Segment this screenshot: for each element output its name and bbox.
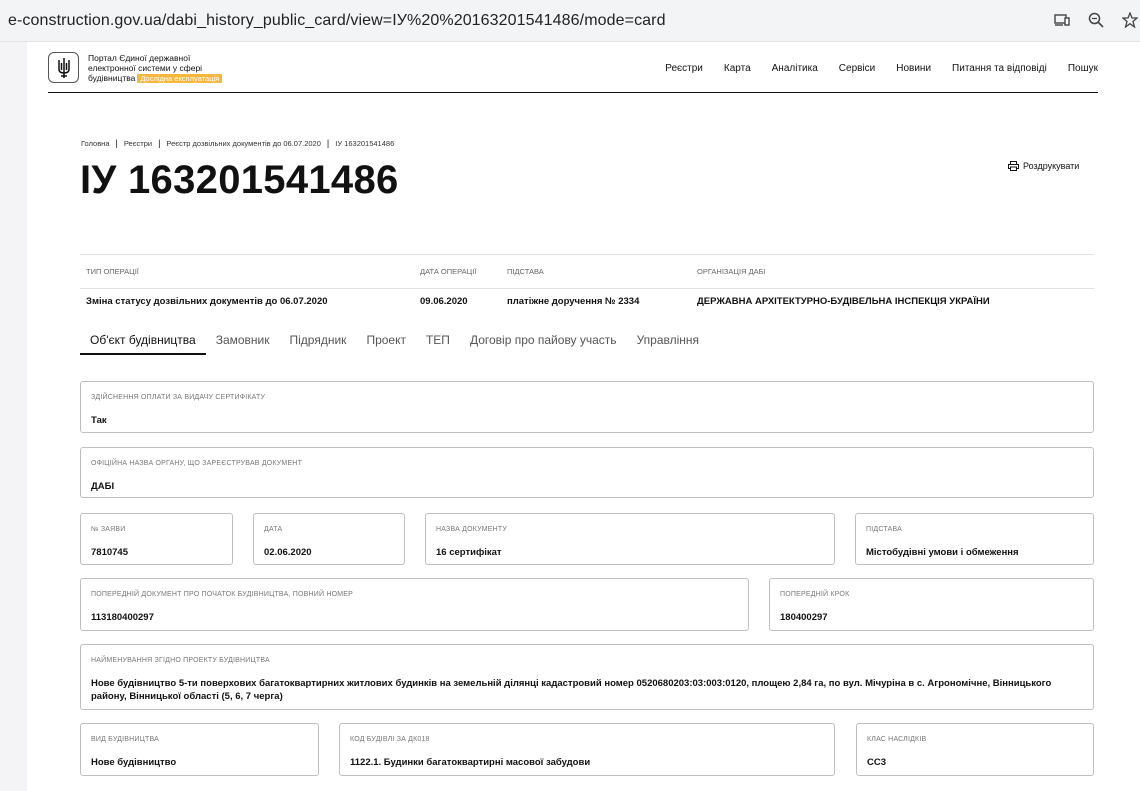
cast-icon[interactable] <box>1052 10 1072 30</box>
field-project-name: Найменування згідно проекту будівництва … <box>80 644 1094 710</box>
field-value: Так <box>91 415 107 426</box>
page-gutter <box>0 42 27 791</box>
field-label: Клас наслідків <box>867 736 927 743</box>
browser-address-bar[interactable]: e-construction.gov.ua/dabi_history_publi… <box>0 0 1140 42</box>
field-basis: Підстава Містобудівні умови і обмеження <box>855 513 1094 565</box>
field-label: Назва документу <box>436 526 507 533</box>
tab-construction-object[interactable]: Об'єкт будівництва <box>80 330 206 355</box>
field-label: Вид будівництва <box>91 736 159 743</box>
field-previous-step: Попередній крок 180400297 <box>769 578 1094 631</box>
tab-contractor[interactable]: Підрядник <box>280 330 357 355</box>
nav-news[interactable]: Новини <box>896 63 931 74</box>
nav-map[interactable]: Карта <box>724 63 751 74</box>
field-previous-document: Попередній документ про початок будівниц… <box>80 578 749 631</box>
portal-name-line3: будівництва <box>88 73 136 83</box>
field-value: Нове будівництво 5-ти поверхових багаток… <box>91 678 1052 702</box>
breadcrumb-registries[interactable]: Реєстри <box>124 139 152 148</box>
field-value: Містобудівні умови і обмеження <box>866 547 1019 558</box>
header-basis: Підстава <box>507 267 544 276</box>
field-label: Попередній крок <box>780 591 850 598</box>
header-operation-type: Тип операції <box>86 267 139 276</box>
header-operation-date: Дата операції <box>420 267 477 276</box>
printer-icon <box>1008 161 1019 171</box>
field-label: № заяви <box>91 526 126 533</box>
field-label: Попередній документ про початок будівниц… <box>91 591 354 598</box>
cell-dabi-org: ДЕРЖАВНА АРХІТЕКТУРНО-БУДІВЕЛЬНА ІНСПЕКЦ… <box>697 296 990 307</box>
operation-table-header: Тип операції Дата операції Підстава Орга… <box>80 254 1094 289</box>
field-label: Дата <box>264 526 283 533</box>
field-building-code: Код будівлі за ДК018 1122.1. Будинки баг… <box>339 723 835 776</box>
field-label: Найменування згідно проекту будівництва <box>91 657 270 664</box>
header-dabi-org: Організація ДАБІ <box>697 267 766 276</box>
tab-tep[interactable]: ТЕП <box>416 330 460 355</box>
url-text[interactable]: e-construction.gov.ua/dabi_history_publi… <box>8 12 666 30</box>
field-application-number: № заяви 7810745 <box>80 513 233 565</box>
nav-analytics[interactable]: Аналітика <box>772 63 818 74</box>
breadcrumb-home[interactable]: Головна <box>81 139 110 148</box>
field-construction-type: Вид будівництва Нове будівництво <box>80 723 319 776</box>
cell-operation-type: Зміна статусу дозвільних документів до 0… <box>86 296 328 307</box>
tab-equity-agreement[interactable]: Договір про пайову участь <box>460 330 627 355</box>
address-bar-icons <box>1052 10 1140 30</box>
field-label: Офіційна назва органу, що зареєстрував д… <box>91 460 303 467</box>
section-tabs: Об'єкт будівництва Замовник Підрядник Пр… <box>80 330 709 355</box>
portal-name-line2: електронної системи у сфері <box>88 63 203 73</box>
nav-faq[interactable]: Питання та відповіді <box>952 63 1047 74</box>
field-consequence-class: Клас наслідків СС3 <box>856 723 1094 776</box>
field-certificate-payment: Здійснення оплати за видачу сертифікату … <box>80 381 1094 433</box>
field-value: 180400297 <box>780 612 828 623</box>
field-value: 02.06.2020 <box>264 547 312 558</box>
field-registering-organ: Офіційна назва органу, що зареєстрував д… <box>80 447 1094 498</box>
print-button[interactable]: Роздрукувати <box>1008 161 1079 171</box>
portal-name[interactable]: Портал Єдиної державної електронної сист… <box>88 53 268 84</box>
print-label: Роздрукувати <box>1023 161 1080 171</box>
field-value: ДАБІ <box>91 481 115 492</box>
site-header: Портал Єдиної державної електронної сист… <box>48 44 1098 93</box>
tab-management[interactable]: Управління <box>627 330 709 355</box>
page-title: ІУ 163201541486 <box>80 158 399 202</box>
field-value: 1122.1. Будинки багатоквартирні масової … <box>350 757 591 768</box>
breadcrumb: Головна | Реєстри | Реєстр дозвільних доку… <box>81 138 395 148</box>
main-nav: Реєстри Карта Аналітика Сервіси Новини П… <box>665 63 1098 74</box>
cell-basis: платіжне доручення № 2334 <box>507 296 640 307</box>
breadcrumb-current: ІУ 163201541486 <box>335 138 395 148</box>
nav-search[interactable]: Пошук <box>1068 63 1098 74</box>
trident-logo-icon[interactable] <box>48 52 79 83</box>
nav-registries[interactable]: Реєстри <box>665 63 703 74</box>
field-date: Дата 02.06.2020 <box>253 513 405 565</box>
field-value: 16 сертифікат <box>436 547 502 558</box>
nav-services[interactable]: Сервіси <box>839 63 875 74</box>
field-label: Здійснення оплати за видачу сертифікату <box>91 394 266 401</box>
field-value: 113180400297 <box>91 612 154 623</box>
field-value: 7810745 <box>91 547 128 558</box>
tab-customer[interactable]: Замовник <box>206 330 280 355</box>
field-value: СС3 <box>867 757 887 768</box>
operation-table: Тип операції Дата операції Підстава Орга… <box>80 254 1094 314</box>
bookmark-star-icon[interactable] <box>1120 10 1140 30</box>
beta-badge: Дослідна експлуатація <box>137 74 223 83</box>
field-label: Код будівлі за ДК018 <box>350 736 430 743</box>
field-value: Нове будівництво <box>91 757 177 768</box>
breadcrumb-registry[interactable]: Реєстр дозвільних документів до 06.07.20… <box>166 139 321 148</box>
field-label: Підстава <box>866 526 902 533</box>
portal-name-line1: Портал Єдиної державної <box>88 53 191 63</box>
zoom-icon[interactable] <box>1086 10 1106 30</box>
operation-table-row: Зміна статусу дозвільних документів до 0… <box>80 289 1094 314</box>
field-document-name: Назва документу 16 сертифікат <box>425 513 835 565</box>
tab-project[interactable]: Проект <box>356 330 416 355</box>
cell-operation-date: 09.06.2020 <box>420 296 468 307</box>
